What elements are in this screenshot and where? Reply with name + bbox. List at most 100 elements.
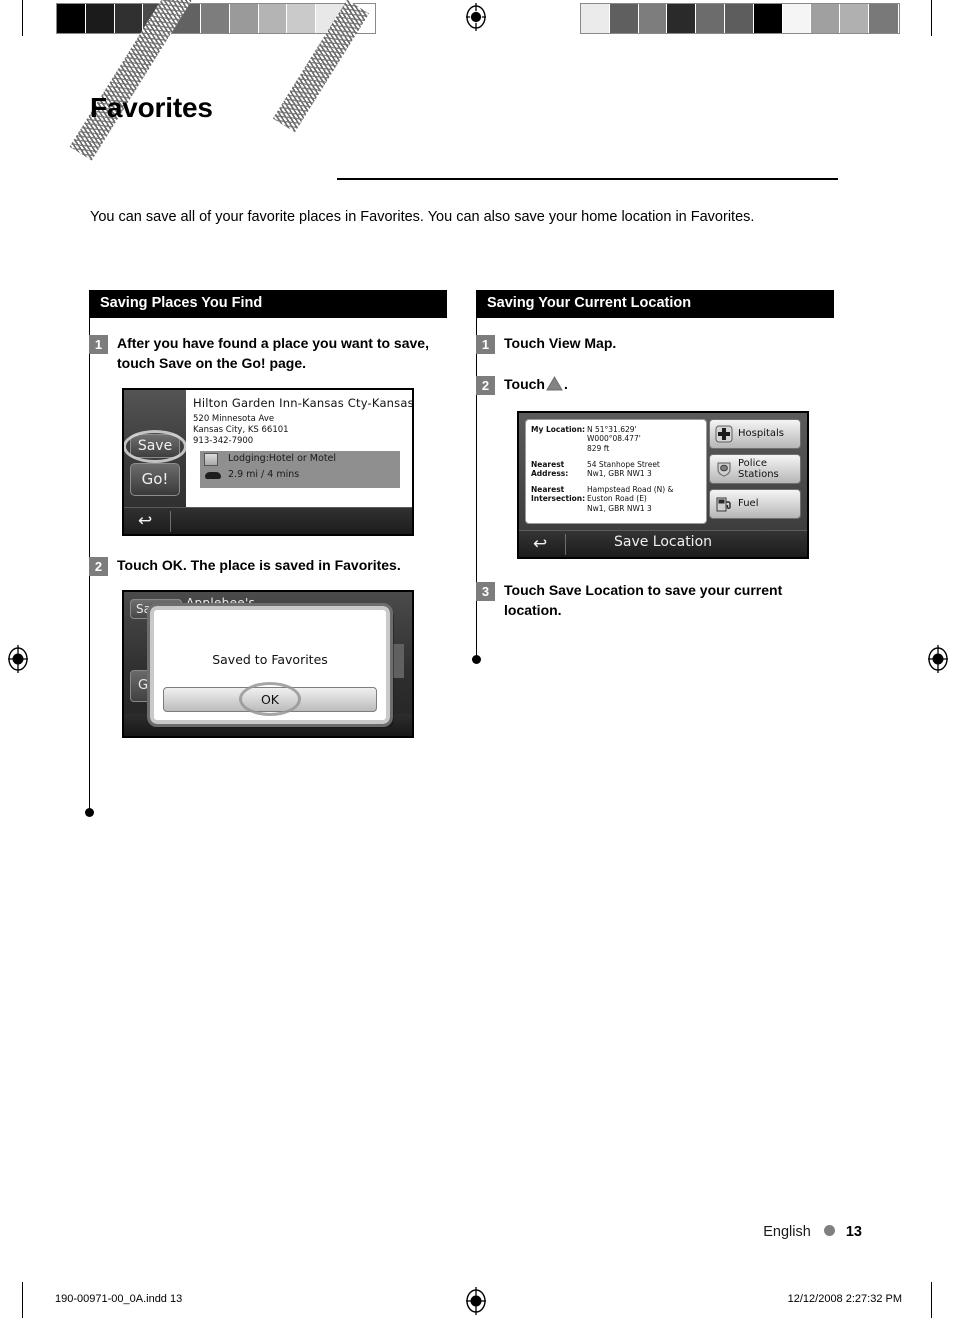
- calibration-patch: [811, 4, 841, 33]
- device-bottom-bar: ↩ Save Location: [519, 529, 807, 557]
- detail-label: Nearest Address:: [531, 459, 569, 479]
- section-saving-your-current-location: Saving Your Current Location 1 Touch Vie…: [476, 290, 838, 621]
- registration-target-icon: [925, 644, 951, 674]
- title-divider-rule: [337, 178, 838, 180]
- registration-target-icon: [463, 2, 489, 32]
- fuel-pump-icon: [713, 494, 735, 514]
- page-title: Favorites: [90, 92, 213, 123]
- step-text: Touch Save Location to save your current…: [504, 581, 783, 618]
- step-item: 3 Touch Save Location to save your curre…: [476, 581, 838, 621]
- car-icon: [205, 471, 221, 479]
- police-badge-icon: [713, 459, 735, 479]
- police-stations-button[interactable]: Police Stations: [709, 453, 801, 484]
- print-footer-area: 190-00971-00_0A.indd 13 12/12/2008 2:27:…: [0, 1286, 954, 1318]
- intro-paragraph: You can save all of your favorite places…: [90, 209, 755, 225]
- scrollbar-thumb[interactable]: [392, 643, 404, 678]
- nearby-category-buttons: Hospitals Police Stations Fuel: [709, 418, 801, 524]
- step-number: 3: [476, 581, 495, 601]
- place-distance: 2.9 mi / 4 mins: [228, 468, 300, 480]
- dialog-ok-wrapper: OK: [163, 682, 377, 717]
- calibration-patch: [581, 4, 610, 33]
- page-header: Favorites You can save all of your favor…: [0, 0, 954, 225]
- footer-language: English: [763, 1224, 811, 1240]
- place-phone: 913-342-7900: [193, 436, 254, 447]
- section-header-saving-current-location: Saving Your Current Location: [476, 290, 834, 318]
- go-page-side-panel: Save Go!: [124, 389, 187, 507]
- location-detail-row: My Location: N 51°31.629' W000°08.477' 8…: [531, 425, 702, 454]
- page-footer: English 13: [0, 1224, 954, 1240]
- touch-highlight-ring: [239, 682, 301, 717]
- screenshot-go-page: Save Go! Hilton Garden Inn-Kansas Cty-Ka…: [122, 387, 414, 536]
- page-number: 13: [845, 1224, 862, 1240]
- step-item: 1 After you have found a place you want …: [89, 334, 449, 374]
- address-line-1: 520 Minnesota Ave: [193, 413, 275, 424]
- grayscale-calibration-bar-right: [580, 3, 900, 34]
- registration-target-icon: [5, 644, 31, 674]
- step-item: 2 Touch.: [476, 375, 838, 397]
- right-column-rule-dot: [472, 655, 481, 664]
- touch-highlight-ring: [124, 429, 187, 463]
- calibration-patch: [638, 4, 668, 33]
- category-icon: [204, 452, 218, 466]
- step-number: 2: [476, 376, 495, 395]
- place-address: 520 Minnesota Ave Kansas City, KS 66101 …: [193, 414, 289, 448]
- calibration-patch: [258, 4, 288, 33]
- calibration-patch: [287, 4, 317, 33]
- step-item: 1 Touch View Map.: [476, 334, 838, 354]
- location-detail-row: Nearest Intersection: Hampstead Road (N)…: [531, 485, 702, 514]
- bottom-bar-divider: [170, 510, 171, 532]
- modal-dialog: Saved to Favorites OK: [147, 602, 393, 727]
- trim-line: [931, 0, 932, 36]
- section-header-saving-places: Saving Places You Find: [89, 290, 447, 318]
- section-saving-places-you-find: Saving Places You Find 1 After you have …: [89, 290, 449, 738]
- dialog-message: Saved to Favorites: [212, 651, 328, 667]
- step-text: Touch View Map.: [504, 335, 617, 351]
- back-arrow-icon[interactable]: ↩: [138, 512, 160, 530]
- footer-dot-separator: [823, 1225, 835, 1236]
- step-number: 2: [89, 556, 108, 576]
- location-panel-wrapper: My Location: N 51°31.629' W000°08.477' 8…: [519, 412, 807, 531]
- calibration-patch: [696, 4, 725, 33]
- registration-target-icon: [463, 1286, 489, 1316]
- save-location-button[interactable]: Save Location: [519, 534, 807, 550]
- button-label: Police Stations: [738, 457, 779, 480]
- calibration-patch: [724, 4, 754, 33]
- go-page-detail-panel: Hilton Garden Inn-Kansas Cty-Kansas 520 …: [186, 389, 412, 507]
- calibration-patch: [868, 4, 898, 33]
- print-file-name: 190-00971-00_0A.indd 13: [55, 1293, 183, 1305]
- step-number: 1: [476, 335, 495, 354]
- step-text: Touch.: [504, 375, 568, 397]
- calibration-patch: [57, 4, 86, 33]
- place-category: Lodging:Hotel or Motel: [228, 452, 337, 464]
- location-details-panel: My Location: N 51°31.629' W000°08.477' 8…: [525, 418, 707, 524]
- screenshot-saved-to-favorites: Sa Applebee's G Saved to Favorites OK: [122, 589, 414, 738]
- step-text: Touch OK. The place is saved in Favorite…: [117, 556, 401, 573]
- trim-line: [22, 0, 23, 36]
- go-button[interactable]: Go!: [130, 462, 180, 496]
- calibration-patch: [782, 4, 812, 33]
- hospitals-button[interactable]: Hospitals: [709, 418, 801, 449]
- triangle-up-icon: [546, 375, 563, 397]
- medical-cross-icon: [713, 424, 735, 444]
- device-bottom-bar: ↩: [124, 506, 412, 534]
- print-timestamp: 12/12/2008 2:27:32 PM: [787, 1293, 902, 1305]
- step-number: 1: [89, 335, 108, 354]
- step-text: After you have found a place you want to…: [117, 335, 429, 371]
- calibration-patch: [753, 4, 783, 33]
- calibration-patch: [200, 4, 230, 33]
- fuel-button[interactable]: Fuel: [709, 488, 801, 519]
- screenshot-save-location: My Location: N 51°31.629' W000°08.477' 8…: [517, 410, 809, 559]
- detail-label: My Location:: [531, 424, 586, 434]
- calibration-patch: [229, 4, 259, 33]
- step-text-after: .: [563, 376, 568, 392]
- step-text-before: Touch: [504, 376, 545, 392]
- calibration-patch: [609, 4, 639, 33]
- detail-value: 54 Stanhope Street Nw1, GBR NW1 3: [587, 459, 660, 479]
- location-detail-row: Nearest Address: 54 Stanhope Street Nw1,…: [531, 460, 702, 479]
- calibration-patch: [667, 4, 697, 33]
- place-info-box: Lodging:Hotel or Motel 2.9 mi / 4 mins: [200, 450, 400, 488]
- step-item: 2 Touch OK. The place is saved in Favori…: [89, 556, 449, 576]
- detail-value: Hampstead Road (N) & Euston Road (E) Nw1…: [587, 484, 674, 514]
- address-line-2: Kansas City, KS 66101: [193, 425, 289, 436]
- calibration-patch: [840, 4, 869, 33]
